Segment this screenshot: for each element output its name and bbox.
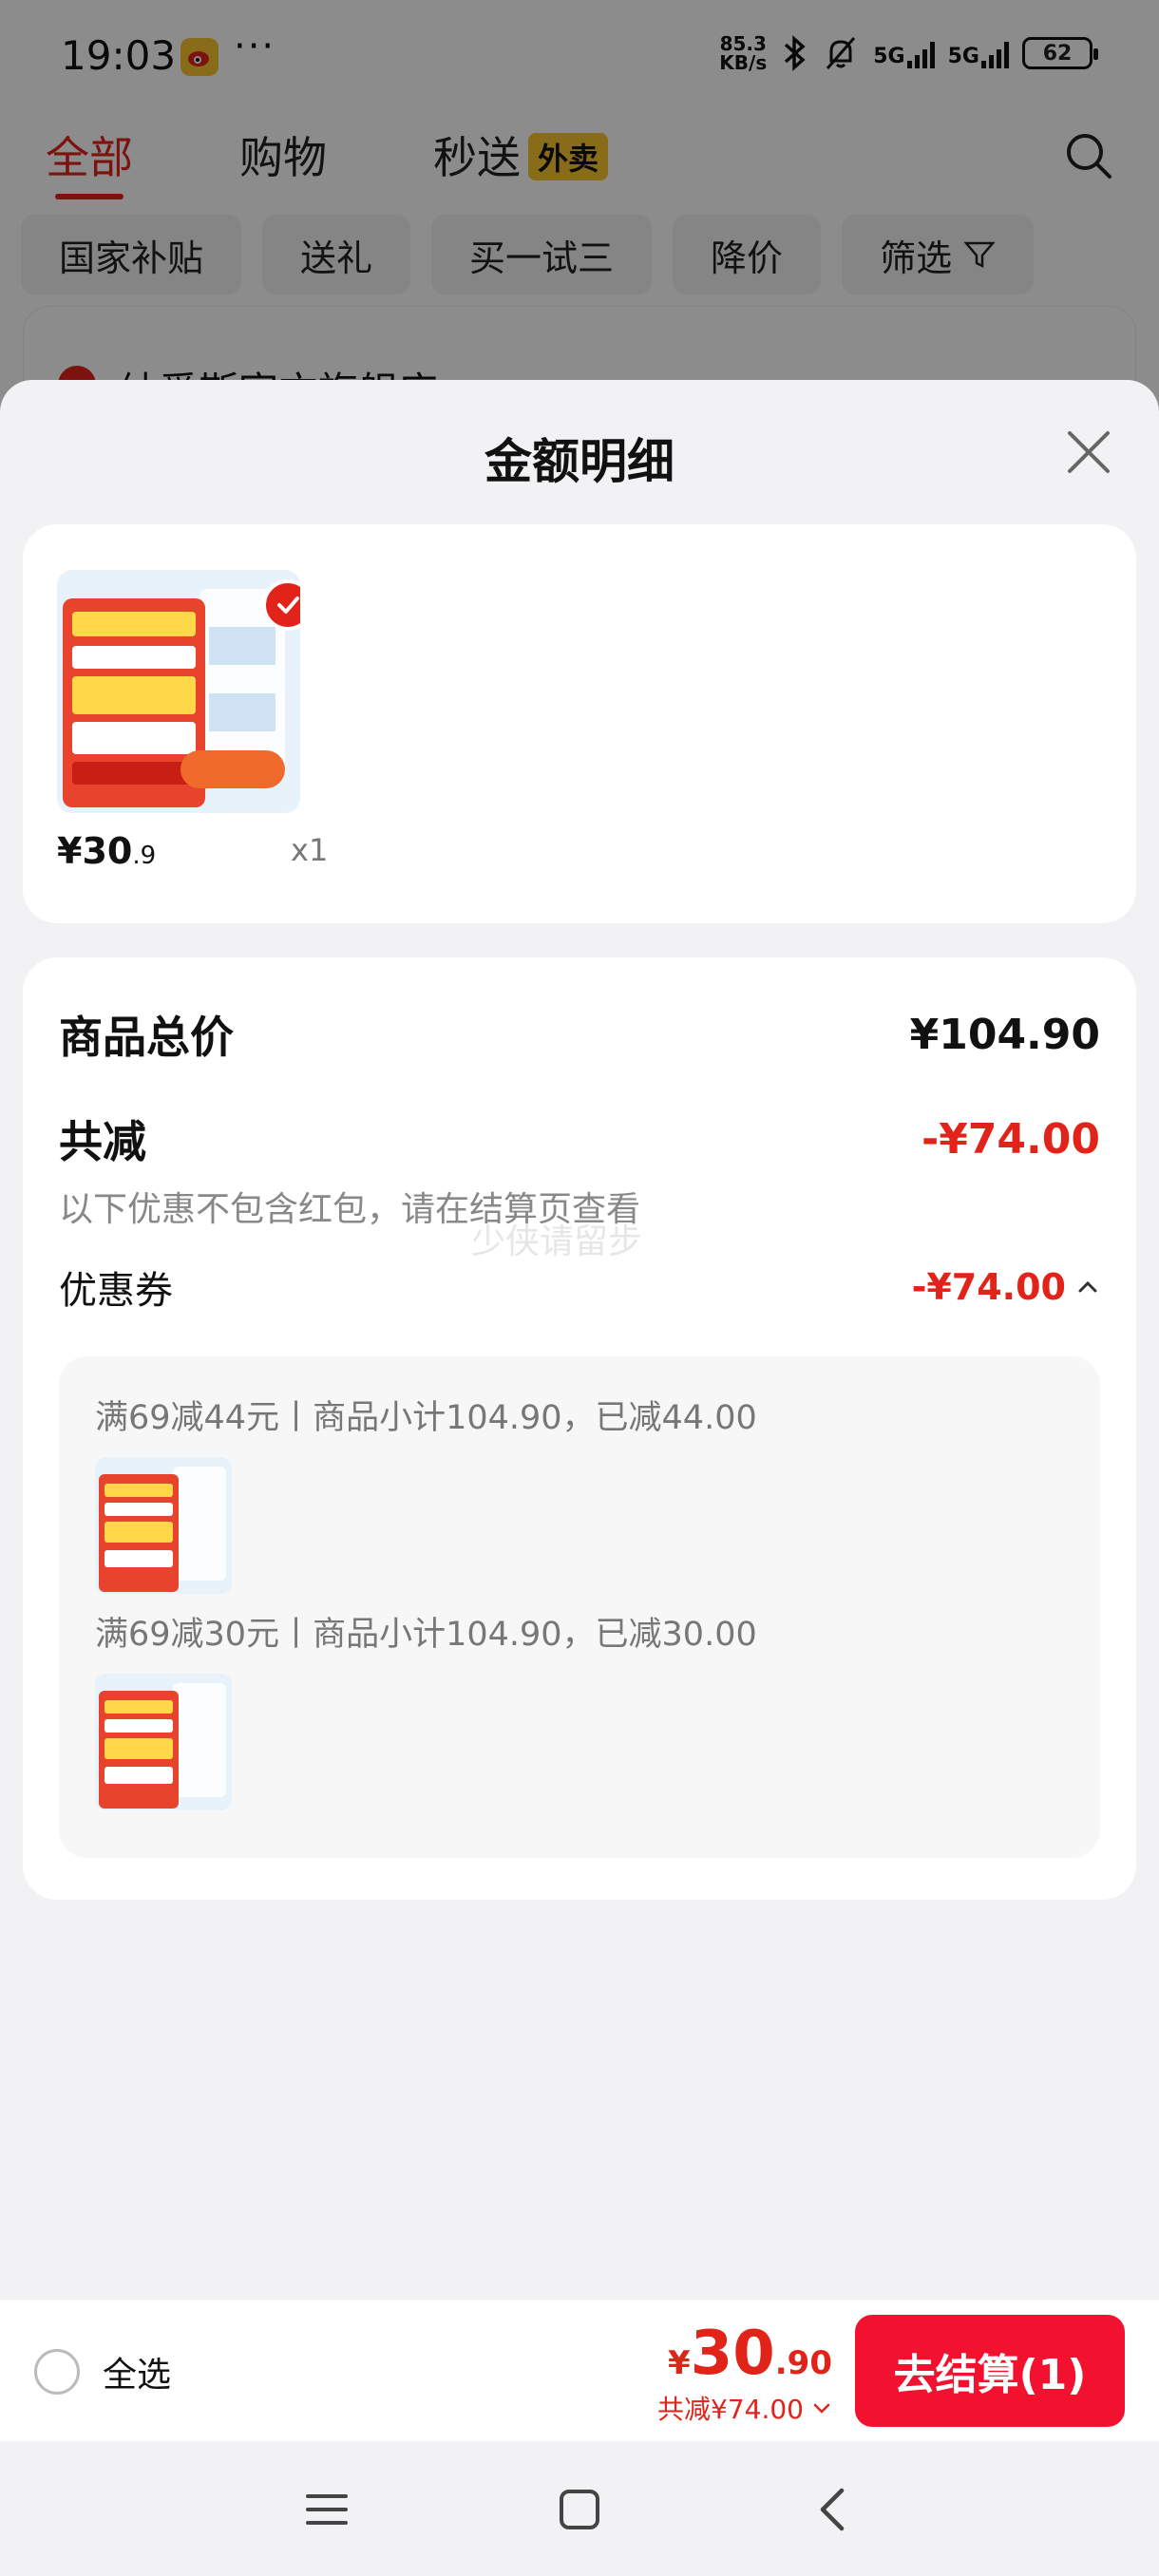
coupon-label: 优惠券 [59, 1269, 173, 1313]
checkout-bar: 全选 ¥30.90 共减¥74.00 去结算(1) [0, 2299, 1159, 2441]
modal-overlay[interactable] [0, 0, 1159, 418]
coupon-detail-list: 满69减44元丨商品小计104.90，已减44.00 满69减30元丨商品小计1… [59, 1356, 1100, 1858]
back-icon[interactable] [808, 2483, 861, 2536]
coupon-value: -¥74.00 [912, 1266, 1100, 1308]
price-detail-card: 商品总价 ¥104.90 共减 -¥74.00 以下优惠不包含红包，请在结算页查… [23, 957, 1136, 1900]
discount-value: -¥74.00 [921, 1114, 1100, 1164]
select-all-label: 全选 [103, 2356, 172, 2395]
checkout-button[interactable]: 去结算(1) [855, 2315, 1125, 2427]
discount-row: 共减 -¥74.00 [59, 1108, 1100, 1170]
chevron-up-icon[interactable] [1075, 1275, 1100, 1299]
total-summary: ¥30.90 共减¥74.00 [657, 2319, 832, 2427]
coupon-product-image [95, 1674, 232, 1810]
product-card: ¥30.9 x1 [23, 524, 1136, 923]
home-icon[interactable] [553, 2483, 606, 2536]
product-price: ¥30.9 [57, 830, 157, 872]
coupon-item-text: 满69减44元丨商品小计104.90，已减44.00 [95, 1399, 757, 1437]
total-price-label: 商品总价 [59, 1012, 234, 1063]
coupon-product-image [95, 1457, 232, 1594]
system-nav-bar [0, 2441, 1159, 2576]
sheet-title: 金额明细 [484, 434, 674, 489]
product-image[interactable] [57, 570, 300, 813]
coupon-item-text: 满69减30元丨商品小计104.90，已减30.00 [95, 1616, 757, 1654]
total-price-value: ¥104.90 [909, 1010, 1100, 1059]
product-quantity: x1 [291, 832, 329, 868]
select-all-toggle[interactable]: 全选 [34, 2347, 171, 2396]
close-icon[interactable] [1058, 422, 1119, 483]
watermark-text: 少侠请留步 [471, 1222, 643, 1261]
total-price-row: 商品总价 ¥104.90 [59, 1003, 1100, 1066]
total-saved[interactable]: 共减¥74.00 [657, 2389, 832, 2427]
menu-icon[interactable] [300, 2483, 353, 2536]
total-amount: ¥30.90 [668, 2319, 832, 2389]
select-all-radio[interactable] [34, 2349, 80, 2395]
background-page: 19:03 ··· 85.3 KB/s 5G 5G 62 全部 购物 秒送 外卖 … [0, 0, 1159, 458]
discount-label: 共减 [59, 1116, 146, 1167]
coupon-row[interactable]: 优惠券 -¥74.00 [59, 1260, 1100, 1315]
chevron-down-icon [813, 2403, 830, 2414]
amount-detail-sheet: 金额明细 ¥30.9 x1 商品总价 ¥104.90 共减 -¥74.00 以下… [0, 380, 1159, 2576]
sheet-header: 金额明细 [0, 380, 1159, 522]
